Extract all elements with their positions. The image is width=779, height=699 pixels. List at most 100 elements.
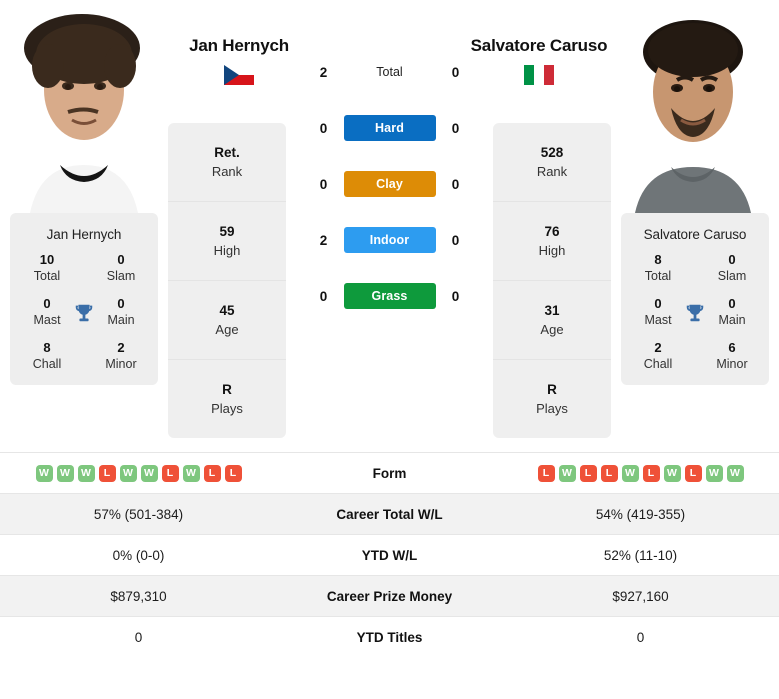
- left-titles-minor-label: Minor: [105, 357, 137, 371]
- left-plays-label: Plays: [211, 400, 243, 416]
- right-career-total-wl-value: 54% (419-355): [502, 493, 779, 535]
- left-titles-grid: 10 Total 0 Slam 0 Mast 0 Main 8 Chall 2 …: [10, 252, 158, 373]
- right-titles-slam-value: 0: [728, 252, 736, 267]
- h2h-row-total: 2 Total 0: [286, 58, 493, 86]
- right-age-value: 31: [544, 302, 560, 318]
- form-badge-w[interactable]: W: [705, 464, 723, 482]
- left-career-prize-money-value: $879,310: [0, 575, 277, 617]
- h2h-left-score-grass: 0: [319, 288, 328, 304]
- surface-badge-grass[interactable]: Grass: [343, 283, 436, 309]
- left-titles-total-label: Total: [33, 269, 61, 283]
- left-meta-column: Ret. Rank 59 High 45 Age R Plays: [168, 123, 286, 438]
- form-badge-l[interactable]: L: [98, 464, 116, 482]
- form-badge-w[interactable]: W: [140, 464, 158, 482]
- form-badge-l[interactable]: L: [161, 464, 179, 482]
- right-titles-total-label: Total: [644, 269, 672, 283]
- table-row: W W W L W W L W L L Form L W L L W L W L W W: [0, 452, 779, 494]
- right-ytd-titles-value: 0: [502, 616, 779, 658]
- left-ytd-wl-value: 0% (0-0): [0, 534, 277, 576]
- table-row-label: Career Total W/L: [277, 493, 502, 535]
- left-career-total-wl-value: 57% (501-384): [0, 493, 277, 535]
- h2h-right-score-indoor: 0: [451, 232, 460, 248]
- right-player-name: Salvatore Caruso: [470, 36, 608, 55]
- left-age-value: 45: [219, 302, 235, 318]
- right-age-label: Age: [540, 321, 564, 337]
- h2h-left-score-clay: 0: [319, 176, 328, 192]
- left-titles-minor-value: 2: [117, 340, 125, 355]
- h2h-right-score-grass: 0: [451, 288, 460, 304]
- right-titles-main-value: 0: [728, 296, 736, 311]
- right-meta-column: 528 Rank 76 High 31 Age R Plays: [493, 123, 611, 438]
- form-badge-w[interactable]: W: [77, 464, 95, 482]
- form-badge-w[interactable]: W: [558, 464, 576, 482]
- left-player-name: Jan Hernych: [189, 36, 289, 55]
- player-comparison: Jan Hernych 10 Total 0 Slam 0 Mast 0 Mai…: [0, 0, 779, 438]
- form-badge-l[interactable]: L: [203, 464, 221, 482]
- h2h-left-score-total: 2: [319, 64, 328, 80]
- left-high-value: 59: [219, 223, 235, 239]
- right-career-prize-money-value: $927,160: [502, 575, 779, 617]
- left-ytd-titles-value: 0: [0, 616, 277, 658]
- form-badge-l[interactable]: L: [224, 464, 242, 482]
- left-titles-total-value: 10: [39, 252, 55, 267]
- right-high-cell: 76 High: [493, 202, 611, 281]
- left-rank-value: Ret.: [214, 144, 240, 160]
- form-badge-w[interactable]: W: [182, 464, 200, 482]
- left-age-cell: 45 Age: [168, 281, 286, 360]
- right-plays-value: R: [547, 381, 557, 397]
- right-player-column: Salvatore Caruso 8 Total 0 Slam 0 Mast 0…: [611, 0, 779, 385]
- h2h-total-label: Total: [376, 65, 403, 79]
- right-titles-chall-label: Chall: [643, 357, 673, 371]
- right-high-label: High: [538, 242, 566, 258]
- right-titles-minor-label: Minor: [716, 357, 748, 371]
- form-badge-w[interactable]: W: [119, 464, 137, 482]
- form-badge-w[interactable]: W: [663, 464, 681, 482]
- left-plays-cell: R Plays: [168, 360, 286, 438]
- left-titles-main-label: Main: [107, 313, 135, 327]
- right-rank-value: 528: [540, 144, 564, 160]
- h2h-row-hard: 0 Hard 0: [286, 114, 493, 142]
- form-badge-w[interactable]: W: [726, 464, 744, 482]
- surface-badge-hard[interactable]: Hard: [343, 115, 436, 141]
- left-rank-cell: Ret. Rank: [168, 123, 286, 202]
- surface-badge-indoor[interactable]: Indoor: [343, 227, 436, 253]
- h2h-row-indoor: 2 Indoor 0: [286, 226, 493, 254]
- form-badge-w[interactable]: W: [621, 464, 639, 482]
- left-rank-label: Rank: [211, 163, 243, 179]
- table-row: 0% (0-0) YTD W/L 52% (11-10): [0, 534, 779, 576]
- right-plays-cell: R Plays: [493, 360, 611, 438]
- surface-badge-clay[interactable]: Clay: [343, 171, 436, 197]
- left-titles-minor: 2 Minor: [84, 340, 158, 373]
- right-titles-main-label: Main: [718, 313, 746, 327]
- form-badge-l[interactable]: L: [684, 464, 702, 482]
- table-row: $879,310 Career Prize Money $927,160: [0, 575, 779, 617]
- form-badge-w[interactable]: W: [35, 464, 53, 482]
- right-titles-grid: 8 Total 0 Slam 0 Mast 0 Main 2 Chall 6 M…: [621, 252, 769, 373]
- right-titles-player-name: Salvatore Caruso: [643, 227, 747, 242]
- right-titles-minor: 6 Minor: [695, 340, 769, 373]
- table-row-label: Form: [277, 452, 502, 494]
- right-titles-mast: 0 Mast: [621, 296, 704, 329]
- left-plays-value: R: [222, 381, 232, 397]
- left-titles-mast: 0 Mast: [10, 296, 93, 329]
- table-row: 57% (501-384) Career Total W/L 54% (419-35…: [0, 493, 779, 535]
- form-badge-w[interactable]: W: [56, 464, 74, 482]
- left-form-cell: WWWLWWLWLL: [0, 452, 277, 494]
- left-player-header[interactable]: Jan Hernych: [169, 33, 309, 85]
- right-rank-label: Rank: [536, 163, 568, 179]
- right-titles-card: Salvatore Caruso 8 Total 0 Slam 0 Mast 0…: [621, 213, 769, 385]
- right-ytd-wl-value: 52% (11-10): [502, 534, 779, 576]
- left-titles-slam-value: 0: [117, 252, 125, 267]
- form-badge-l[interactable]: L: [600, 464, 618, 482]
- right-titles-slam: 0 Slam: [695, 252, 769, 285]
- right-titles-total: 8 Total: [621, 252, 695, 285]
- form-badge-l[interactable]: L: [537, 464, 555, 482]
- form-badge-l[interactable]: L: [579, 464, 597, 482]
- form-badge-l[interactable]: L: [642, 464, 660, 482]
- left-high-label: High: [213, 242, 241, 258]
- left-titles-main-value: 0: [117, 296, 125, 311]
- comparison-table: W W W L W W L W L L Form L W L L W L W L W W 57% (501-384) Car…: [0, 452, 779, 658]
- right-player-header[interactable]: Salvatore Caruso: [469, 33, 609, 85]
- right-plays-label: Plays: [536, 400, 568, 416]
- right-high-value: 76: [544, 223, 560, 239]
